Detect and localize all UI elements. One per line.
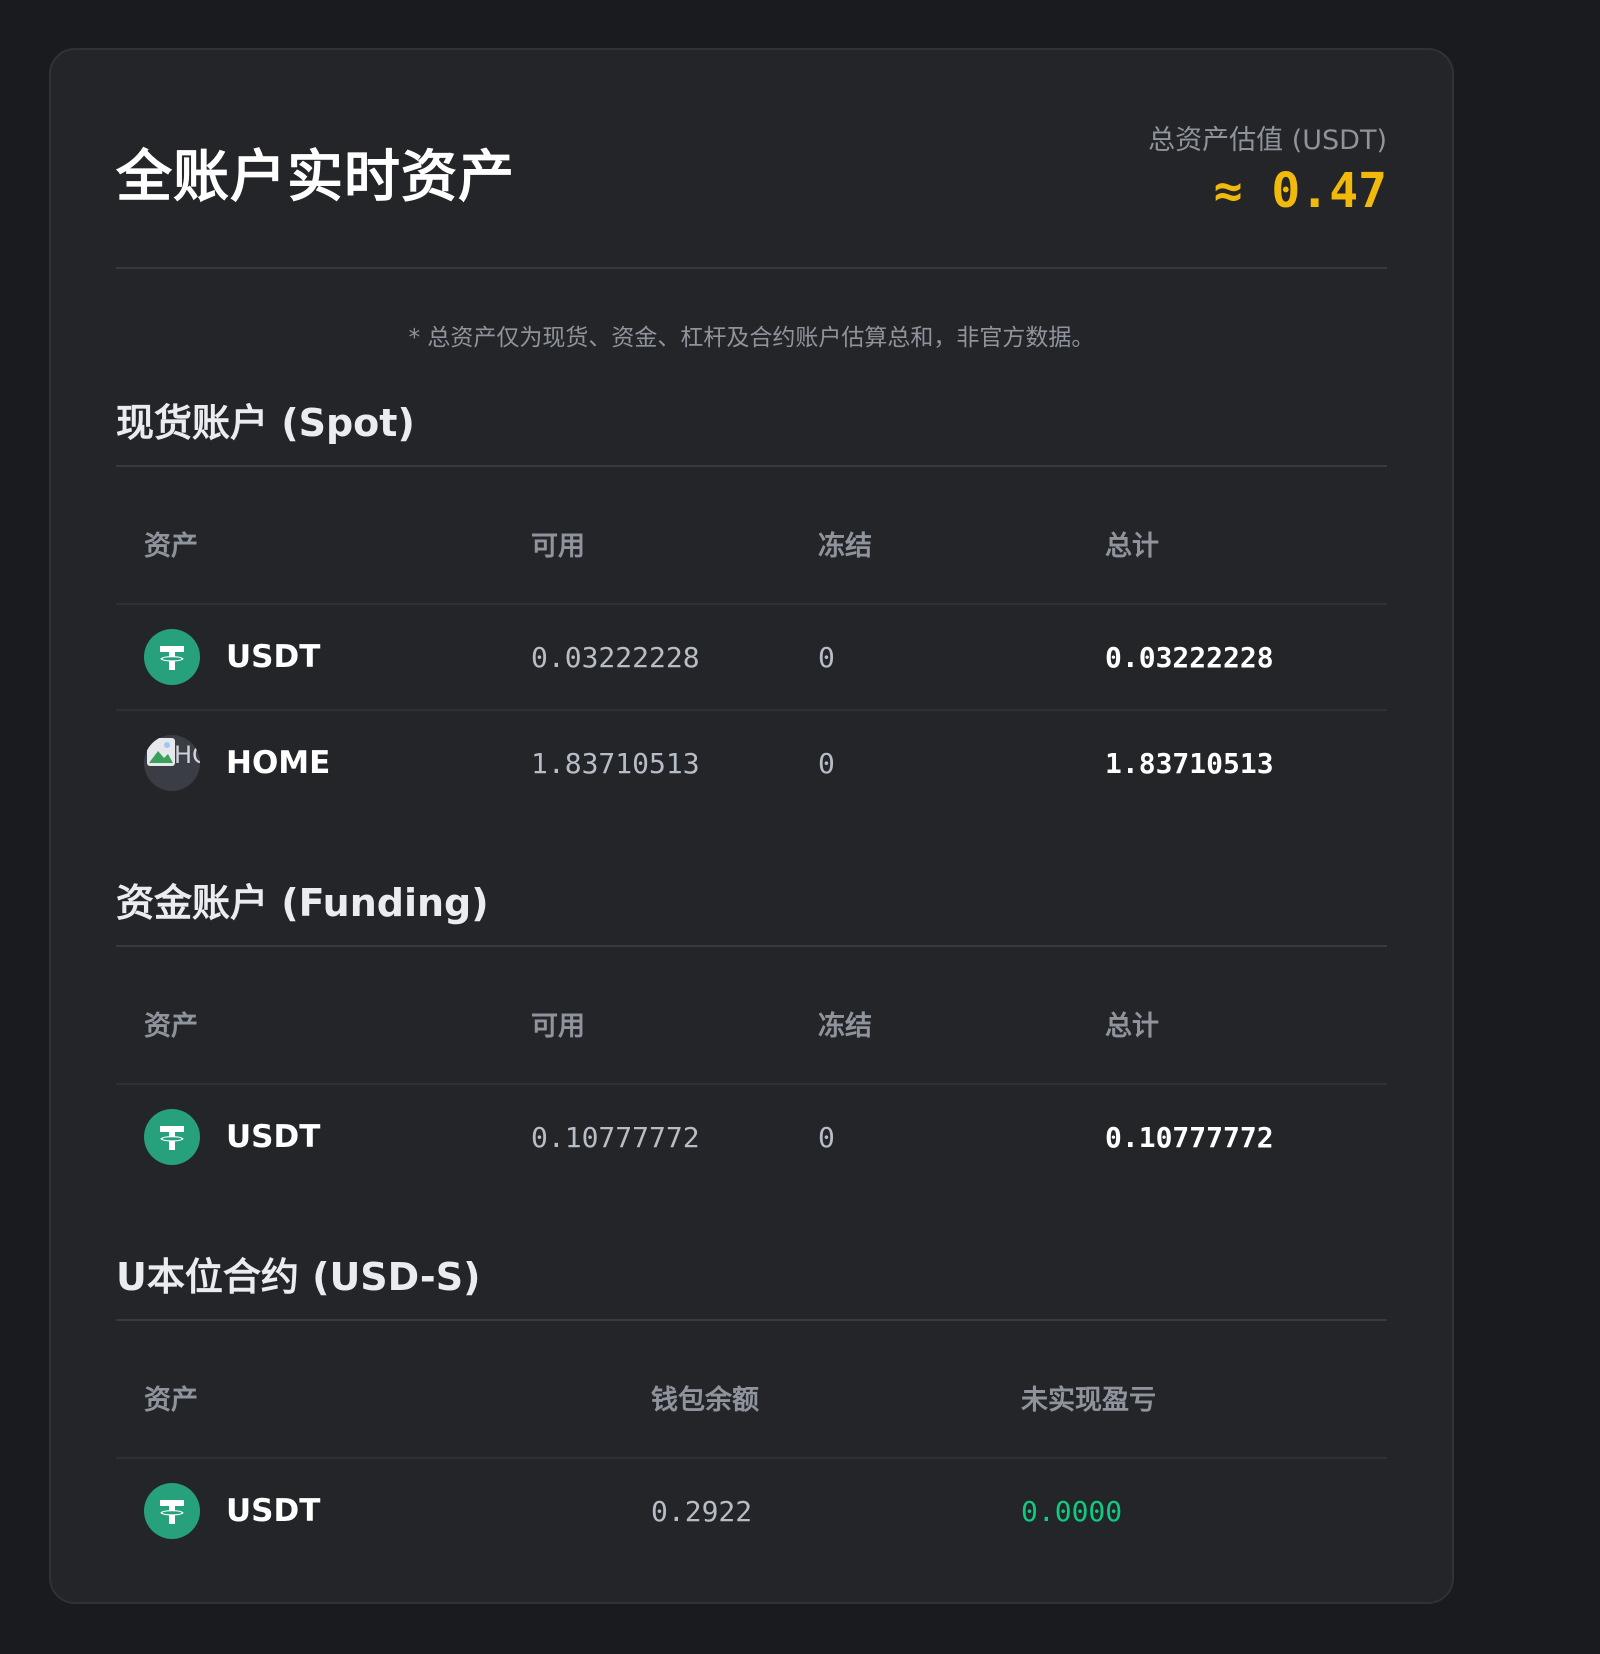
asset-info: HO HOME <box>144 735 531 791</box>
column-header-asset: 资产 <box>116 947 531 1085</box>
table-header-row: 资产 可用 冻结 总计 <box>116 947 1387 1085</box>
asset-cell: HO HOME <box>116 710 531 815</box>
funding-table: 资产 可用 冻结 总计 USDT 0.10777772 0 0.10777772 <box>116 947 1387 1189</box>
asset-cell: USDT <box>116 1084 531 1189</box>
column-header-wallet-balance: 钱包余额 <box>651 1321 1021 1459</box>
total-assets-value: ≈ 0.47 <box>1213 163 1387 219</box>
column-header-asset: 资产 <box>116 467 531 605</box>
column-header-frozen: 冻结 <box>818 947 1105 1085</box>
total-cell: 0.10777772 <box>1105 1120 1274 1154</box>
table-header-row: 资产 可用 冻结 总计 <box>116 467 1387 605</box>
asset-cell: USDT <box>116 1458 651 1563</box>
frozen-cell: 0 <box>818 1120 835 1154</box>
column-header-frozen: 冻结 <box>818 467 1105 605</box>
total-assets-label: 总资产估值 (USDT) <box>1148 125 1387 156</box>
tether-icon <box>144 1109 200 1165</box>
funding-section: 资金账户 (Funding) 资产 可用 冻结 总计 USDT 0.107777… <box>116 873 1387 1189</box>
column-header-total: 总计 <box>1105 467 1387 605</box>
column-header-available: 可用 <box>531 467 818 605</box>
futures-section: U本位合约 (USD-S) 资产 钱包余额 未实现盈亏 USDT 0.2922 … <box>116 1247 1387 1563</box>
asset-info: USDT <box>144 1483 651 1539</box>
available-cell: 1.83710513 <box>531 746 700 780</box>
asset-name: USDT <box>226 1493 321 1529</box>
column-header-asset: 资产 <box>116 1321 651 1459</box>
page-title: 全账户实时资产 <box>116 145 515 210</box>
table-header-row: 资产 钱包余额 未实现盈亏 <box>116 1321 1387 1459</box>
available-cell: 0.10777772 <box>531 1120 700 1154</box>
section-title-funding: 资金账户 (Funding) <box>116 873 1387 947</box>
asset-name: USDT <box>226 639 321 675</box>
tether-icon <box>144 1483 200 1539</box>
asset-info: USDT <box>144 1109 531 1165</box>
futures-table: 资产 钱包余额 未实现盈亏 USDT 0.2922 0.0000 <box>116 1321 1387 1563</box>
column-header-unrealized-pnl: 未实现盈亏 <box>1021 1321 1387 1459</box>
card-header: 全账户实时资产 总资产估值 (USDT) ≈ 0.47 <box>116 50 1387 269</box>
table-row: USDT 0.10777772 0 0.10777772 <box>116 1084 1387 1189</box>
total-cell: 1.83710513 <box>1105 746 1274 780</box>
total-assets-box: 总资产估值 (USDT) ≈ 0.47 <box>1148 118 1387 219</box>
tether-icon <box>144 629 200 685</box>
table-row: USDT 0.2922 0.0000 <box>116 1458 1387 1563</box>
column-header-total: 总计 <box>1105 947 1387 1085</box>
section-title-spot: 现货账户 (Spot) <box>116 393 1387 467</box>
spot-section: 现货账户 (Spot) 资产 可用 冻结 总计 USDT 0.03222228 … <box>116 393 1387 815</box>
section-title-futures: U本位合约 (USD-S) <box>116 1247 1387 1321</box>
unrealized-pnl-cell: 0.0000 <box>1021 1494 1123 1528</box>
wallet-balance-cell: 0.2922 <box>651 1494 753 1528</box>
spot-table: 资产 可用 冻结 总计 USDT 0.03222228 0 0.03222228… <box>116 467 1387 815</box>
table-row: USDT 0.03222228 0 0.03222228 <box>116 604 1387 711</box>
frozen-cell: 0 <box>818 746 835 780</box>
asset-info: USDT <box>144 629 531 685</box>
frozen-cell: 0 <box>818 604 1105 711</box>
assets-card: 全账户实时资产 总资产估值 (USDT) ≈ 0.47 * 总资产仅为现货、资金… <box>49 48 1454 1604</box>
column-header-available: 可用 <box>531 947 818 1085</box>
total-cell: 0.03222228 <box>1105 604 1387 711</box>
disclaimer-note: * 总资产仅为现货、资金、杠杆及合约账户估算总和，非官方数据。 <box>408 325 1095 351</box>
asset-name: HOME <box>226 745 331 781</box>
available-cell: 0.03222228 <box>531 604 818 711</box>
asset-cell: USDT <box>116 604 531 711</box>
table-row: HO HOME 1.83710513 0 1.83710513 <box>116 710 1387 815</box>
broken-image-icon: HO <box>144 735 200 791</box>
asset-name: USDT <box>226 1119 321 1155</box>
